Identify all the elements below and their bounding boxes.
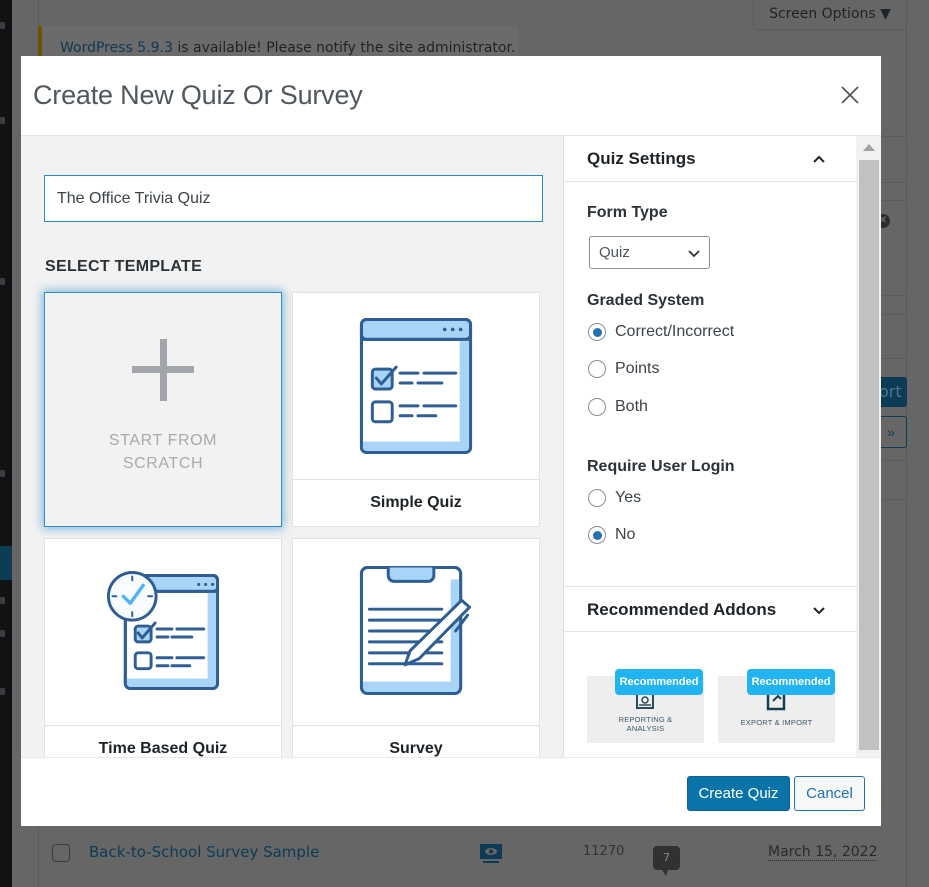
radio-label: No bbox=[615, 526, 636, 543]
preview-icon[interactable] bbox=[480, 844, 502, 864]
template-simple-quiz[interactable]: Simple Quiz bbox=[292, 292, 540, 527]
recommended-addons-header[interactable]: Recommended Addons bbox=[564, 586, 857, 632]
radio-label: Yes bbox=[615, 489, 642, 506]
radio-button[interactable] bbox=[588, 323, 606, 341]
admin-sidebar bbox=[0, 0, 12, 887]
quiz-settings-title: Quiz Settings bbox=[587, 149, 696, 168]
template-label: Survey bbox=[293, 725, 539, 757]
recommended-addons-title: Recommended Addons bbox=[587, 600, 777, 619]
row-title-link[interactable]: Back-to-School Survey Sample bbox=[89, 843, 319, 861]
update-notice-text: WordPress 5.9.3 is available! Please not… bbox=[60, 40, 515, 56]
create-quiz-button[interactable]: Create Quiz bbox=[687, 776, 790, 811]
timer-checklist-icon bbox=[106, 571, 220, 691]
addon-export-import[interactable]: Recommended EXPORT & IMPORT bbox=[718, 669, 835, 743]
template-label: Time Based Quiz bbox=[45, 725, 281, 757]
form-type-select[interactable]: Quiz bbox=[589, 236, 710, 269]
addon-label: REPORTING & ANALYSIS bbox=[618, 715, 673, 733]
recommended-badge: Recommended bbox=[615, 669, 703, 695]
modal-header: Create New Quiz Or Survey bbox=[21, 56, 881, 135]
create-quiz-modal: Create New Quiz Or Survey SELECT TEMPLAT… bbox=[21, 56, 881, 826]
chevron-down-icon bbox=[688, 250, 700, 258]
menu-icon[interactable] bbox=[0, 688, 5, 695]
modal-footer: Create Quiz Cancel bbox=[21, 757, 881, 826]
template-survey[interactable]: Survey bbox=[292, 538, 540, 757]
graded-system-label: Graded System bbox=[587, 292, 705, 309]
radio-button[interactable] bbox=[588, 360, 606, 378]
active-menu-item[interactable] bbox=[0, 546, 12, 580]
update-link[interactable]: WordPress 5.9.3 bbox=[60, 40, 173, 56]
quiz-title-input[interactable] bbox=[44, 175, 543, 222]
settings-pane: Quiz Settings Form Type Quiz Graded Syst… bbox=[563, 136, 857, 757]
menu-icon[interactable] bbox=[0, 22, 5, 29]
scroll-thumb[interactable] bbox=[859, 160, 879, 750]
plus-icon bbox=[132, 339, 194, 401]
form-type-selected: Quiz bbox=[599, 244, 630, 261]
template-label: START FROM SCRATCH bbox=[108, 432, 218, 472]
report-icon bbox=[636, 693, 654, 709]
settings-scrollbar[interactable] bbox=[857, 136, 881, 757]
menu-icon[interactable] bbox=[0, 278, 5, 285]
close-icon[interactable] bbox=[836, 81, 864, 109]
chevron-up-icon[interactable] bbox=[812, 152, 826, 166]
modal-body: SELECT TEMPLATE START FROM SCRATCH bbox=[21, 135, 881, 757]
addon-label: EXPORT & IMPORT bbox=[740, 718, 813, 727]
menu-icon[interactable] bbox=[0, 630, 5, 637]
quiz-settings-header[interactable]: Quiz Settings bbox=[564, 136, 857, 182]
checklist-window-icon bbox=[359, 318, 473, 454]
comment-count-badge[interactable]: 7 bbox=[653, 846, 680, 876]
export-icon bbox=[766, 694, 786, 711]
radio-label: Both bbox=[615, 398, 648, 415]
select-template-heading: SELECT TEMPLATE bbox=[45, 258, 203, 275]
menu-icon[interactable] bbox=[0, 597, 5, 604]
update-notice-message: is available! Please notify the site adm… bbox=[172, 40, 516, 56]
screen-options-button[interactable]: Screen Options ▼ bbox=[753, 0, 907, 30]
radio-label: Points bbox=[615, 360, 660, 377]
row-checkbox[interactable] bbox=[52, 844, 70, 862]
radio-button[interactable] bbox=[588, 398, 606, 416]
require-login-label: Require User Login bbox=[587, 458, 735, 475]
recommended-badge: Recommended bbox=[747, 669, 835, 695]
template-label: Simple Quiz bbox=[293, 479, 539, 527]
radio-button[interactable] bbox=[588, 489, 606, 507]
radio-button[interactable] bbox=[588, 526, 606, 544]
form-type-label: Form Type bbox=[587, 204, 668, 221]
row-date: March 15, 2022 bbox=[768, 844, 878, 861]
menu-icon[interactable] bbox=[0, 470, 5, 477]
row-id: 11270 bbox=[583, 844, 625, 859]
menu-icon[interactable] bbox=[0, 117, 5, 124]
clipboard-pen-icon bbox=[359, 566, 472, 695]
cancel-button[interactable]: Cancel bbox=[794, 776, 865, 811]
scroll-up-arrow-icon[interactable] bbox=[863, 144, 875, 151]
radio-label: Correct/Incorrect bbox=[615, 323, 735, 340]
template-time-based-quiz[interactable]: Time Based Quiz bbox=[44, 538, 282, 757]
modal-title: Create New Quiz Or Survey bbox=[33, 80, 363, 110]
addon-reporting-analysis[interactable]: Recommended REPORTING & ANALYSIS bbox=[587, 669, 704, 743]
chevron-down-icon[interactable] bbox=[812, 603, 826, 617]
template-start-from-scratch[interactable]: START FROM SCRATCH bbox=[44, 292, 282, 527]
template-pane: SELECT TEMPLATE START FROM SCRATCH bbox=[21, 136, 563, 757]
